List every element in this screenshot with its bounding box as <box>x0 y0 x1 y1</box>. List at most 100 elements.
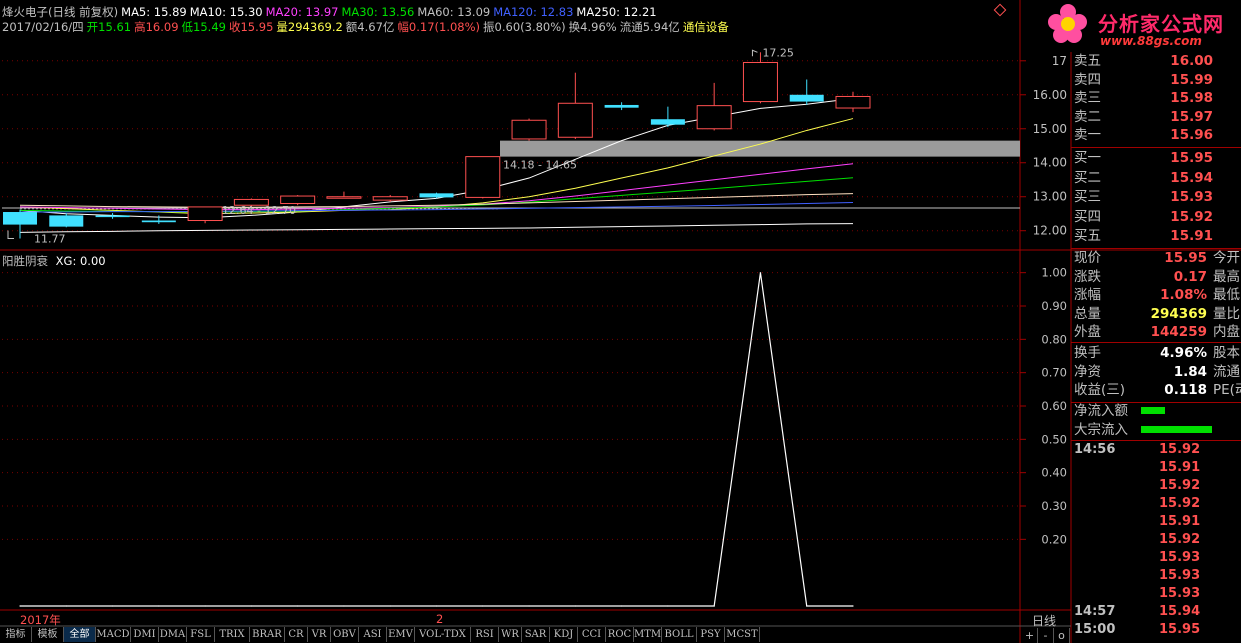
tab-fsl[interactable]: FSL <box>187 627 215 642</box>
tab-kdj[interactable]: KDJ <box>550 627 578 642</box>
stat-row: 收益(三) 0.118 PE(动) <box>1071 381 1241 399</box>
tick-row: 15.92 <box>1071 531 1241 549</box>
stat-row: 换手 4.96% 股本 <box>1071 344 1241 362</box>
tab-boll[interactable]: BOLL <box>662 627 697 642</box>
indicator-point <box>667 605 669 607</box>
price-tick-label: 12.00 <box>1033 224 1067 238</box>
period-label[interactable]: 日线 <box>1032 612 1056 629</box>
tab-trix[interactable]: TRIX <box>215 627 250 642</box>
stat-row: 涨幅 1.08% 最低 <box>1071 286 1241 304</box>
tab-cci[interactable]: CCI <box>578 627 606 642</box>
tick-row: 15:00 15.95 <box>1071 621 1241 639</box>
ask-row: 卖三 15.98 <box>1071 89 1241 107</box>
tab-sar[interactable]: SAR <box>522 627 550 642</box>
tab-mcst[interactable]: MCST <box>725 627 760 642</box>
row-extra-label: 最高 <box>1213 268 1240 285</box>
tab-vr[interactable]: VR <box>308 627 331 642</box>
tab-obv[interactable]: OBV <box>331 627 359 642</box>
panel-section-divider <box>1071 440 1241 441</box>
reset-button[interactable]: o <box>1054 628 1070 643</box>
bid-row: 买一 15.95 <box>1071 149 1241 167</box>
row-label: 买四 <box>1074 208 1101 225</box>
candle-body <box>187 206 223 222</box>
flow-row: 净流入额 <box>1071 402 1241 420</box>
tick-row: 15.93 <box>1071 567 1241 585</box>
tab-dmi[interactable]: DMI <box>131 627 159 642</box>
stat-row: 总量 294369 量比 <box>1071 305 1241 323</box>
tab-rsi[interactable]: RSI <box>471 627 499 642</box>
row-value: 15.93 <box>1170 189 1213 205</box>
row-label: 现价 <box>1074 250 1101 266</box>
tab-模板[interactable]: 模板 <box>32 627 64 642</box>
tab-vol-tdx[interactable]: VOL-TDX <box>415 627 471 642</box>
tab-dma[interactable]: DMA <box>159 627 187 642</box>
indicator-xg: XG: 0.00 <box>55 254 106 268</box>
indicator-tick-label: 0.30 <box>1041 499 1067 513</box>
high-label: 17.25 <box>762 46 794 59</box>
kline-chart[interactable]: 17 16.00 15.00 14.00 13.00 12.00 17.25 11.77 14… <box>0 0 1241 643</box>
row-value: 15.96 <box>1170 127 1213 143</box>
ma-line-ma20 <box>19 163 854 211</box>
flow-label: 净流入额 <box>1074 403 1128 419</box>
row-label: 买一 <box>1074 150 1101 166</box>
tab-wr[interactable]: WR <box>499 627 522 642</box>
tab-asi[interactable]: ASI <box>359 627 387 642</box>
tick-price: 15.93 <box>1159 550 1201 565</box>
zoom-controls: + - o <box>1022 628 1070 643</box>
indicator-point <box>713 605 715 607</box>
tick-price: 15.91 <box>1159 514 1201 529</box>
row-label: 外盘 <box>1074 324 1101 340</box>
row-value: 15.94 <box>1170 169 1213 186</box>
tab-emv[interactable]: EMV <box>387 627 415 642</box>
price-tick-label: 17 <box>1052 54 1067 68</box>
tab-psy[interactable]: PSY <box>697 627 725 642</box>
tab-macd[interactable]: MACD <box>96 627 131 642</box>
stat-row: 外盘 144259 内盘 <box>1071 323 1241 341</box>
tab-全部[interactable]: 全部 <box>64 627 96 642</box>
indicator-point <box>389 605 391 607</box>
tab-mtm[interactable]: MTM <box>634 627 662 642</box>
indicator-tick-label: 1.00 <box>1041 266 1067 280</box>
indicator-point <box>621 605 623 607</box>
indicator-point <box>759 272 762 274</box>
tab-brar[interactable]: BRAR <box>250 627 285 642</box>
zone-upper-label: 14.18 - 14.65 <box>503 159 577 172</box>
row-label: 净资 <box>1074 363 1101 380</box>
panel-section-divider <box>1071 402 1241 403</box>
candle-body <box>280 195 316 205</box>
ask-row: 卖五 16.00 <box>1071 52 1241 70</box>
zoom-in-button[interactable]: + <box>1022 628 1038 643</box>
tick-row: 15.91 <box>1071 513 1241 531</box>
row-label: 买五 <box>1074 228 1101 244</box>
candle-body <box>789 94 824 102</box>
row-value: 16.00 <box>1170 53 1213 69</box>
tab-指标[interactable]: 指标 <box>0 627 32 642</box>
tick-price: 15.92 <box>1159 496 1201 511</box>
quote-stats-2: 换手 4.96% 股本净资 1.84 流通收益(三) 0.118 PE(动) <box>1071 344 1241 402</box>
row-label: 卖一 <box>1074 127 1101 143</box>
tick-price: 15.92 <box>1159 532 1201 547</box>
row-value: 4.96% <box>1160 345 1207 361</box>
candle-body <box>604 104 639 108</box>
tick-price: 15.92 <box>1159 442 1201 457</box>
indicator-point <box>204 605 206 607</box>
row-label: 买三 <box>1074 189 1101 205</box>
row-extra-label: PE(动) <box>1213 382 1241 398</box>
tab-roc[interactable]: ROC <box>606 627 634 642</box>
row-label: 卖三 <box>1074 90 1101 106</box>
tick-time: 14:56 <box>1074 442 1116 457</box>
tab-cr[interactable]: CR <box>285 627 308 642</box>
indicator-point <box>158 605 160 607</box>
indicator-tick-label: 0.60 <box>1041 399 1067 413</box>
candle-body <box>650 119 685 125</box>
zoom-out-button[interactable]: - <box>1038 628 1054 643</box>
indicator-point <box>574 605 576 607</box>
tick-price: 15.92 <box>1159 478 1201 493</box>
price-tick-label: 14.00 <box>1033 156 1067 170</box>
row-extra-label: 量比 <box>1213 305 1240 322</box>
candle-body <box>557 102 593 138</box>
stat-row: 现价 15.95 今开 <box>1071 249 1241 267</box>
row-label: 涨幅 <box>1074 287 1101 303</box>
row-label: 总量 <box>1074 305 1101 322</box>
panel-section-divider <box>1071 248 1241 249</box>
